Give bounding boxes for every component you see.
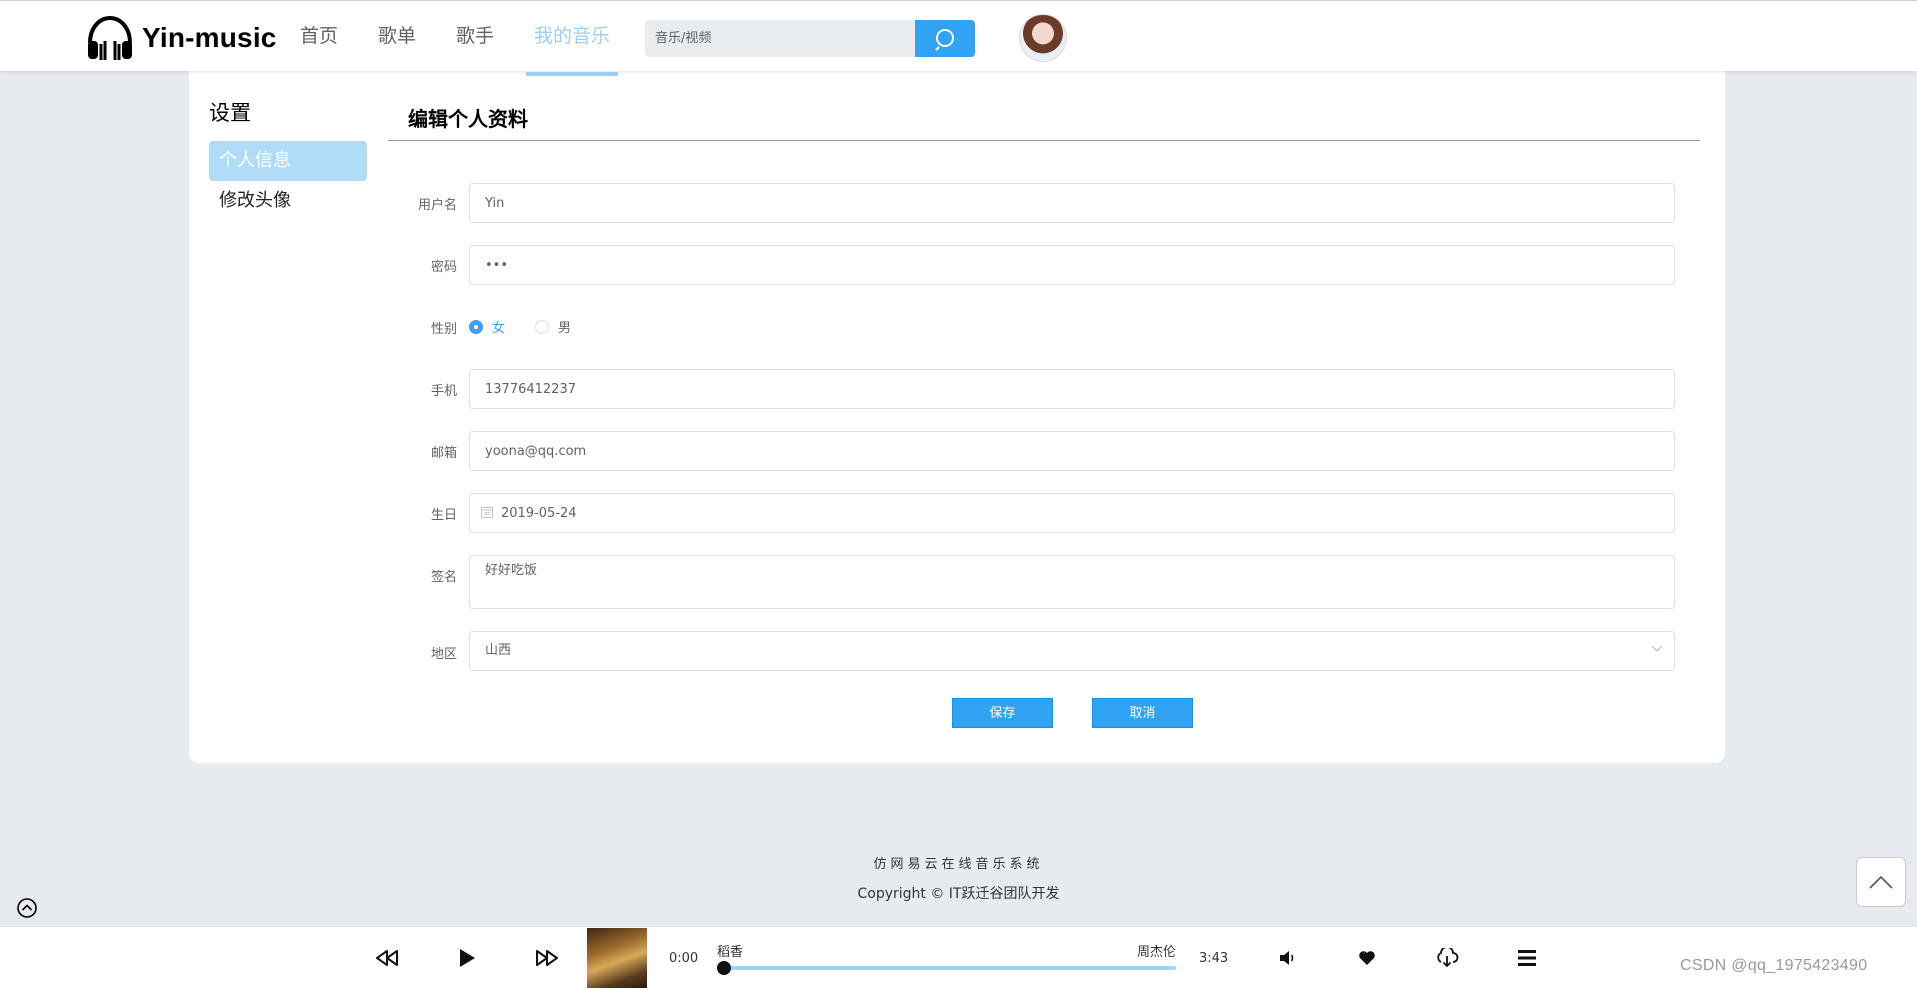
progress-bar[interactable] xyxy=(722,966,1176,970)
singer-name: 周杰伦 xyxy=(1136,945,1176,960)
region-label: 地区 xyxy=(430,647,457,662)
search-input[interactable] xyxy=(645,20,915,57)
gender-label: 性别 xyxy=(430,322,457,337)
region-select[interactable]: 山西 xyxy=(469,631,1675,671)
phone-label: 手机 xyxy=(430,384,457,399)
email-field[interactable] xyxy=(469,431,1675,471)
gender-male-radio[interactable]: 男 xyxy=(535,317,571,336)
watermark: CSDN @qq_1975423490 xyxy=(1680,957,1868,974)
next-track-icon[interactable] xyxy=(534,945,560,971)
username-field[interactable] xyxy=(469,183,1675,223)
song-title: 稻香 xyxy=(717,945,744,960)
signature-textarea[interactable]: 好好吃饭 xyxy=(469,555,1675,609)
back-to-top-button[interactable] xyxy=(1856,857,1906,907)
user-avatar[interactable] xyxy=(1019,14,1067,62)
sidebar-item-change-avatar[interactable]: 修改头像 xyxy=(209,181,367,221)
page-title: 编辑个人资料 xyxy=(408,107,528,131)
gender-male-label: 男 xyxy=(558,321,572,336)
chevron-up-icon xyxy=(1869,875,1893,889)
password-label: 密码 xyxy=(430,260,457,275)
sidebar-item-personal-info[interactable]: 个人信息 xyxy=(209,141,367,181)
email-label: 邮箱 xyxy=(430,446,457,461)
download-icon[interactable] xyxy=(1434,945,1460,971)
nav-item-singers[interactable]: 歌手 xyxy=(436,1,514,72)
gender-female-label: 女 xyxy=(492,321,506,336)
top-header: Yin-music 首页 歌单 歌手 我的音乐 xyxy=(0,0,1917,76)
signature-label: 签名 xyxy=(430,570,457,585)
username-label: 用户名 xyxy=(417,198,457,213)
search-icon xyxy=(935,28,954,51)
sidebar-title: 设置 xyxy=(209,101,251,125)
logo[interactable]: Yin-music xyxy=(84,13,277,63)
headphones-icon xyxy=(88,15,132,60)
birthday-label: 生日 xyxy=(430,508,457,523)
gender-radio-group: 女 男 xyxy=(469,317,601,336)
birthday-date-picker[interactable] xyxy=(469,493,1675,533)
title-divider xyxy=(388,140,1700,141)
nav-item-home[interactable]: 首页 xyxy=(280,1,358,72)
radio-checked-icon xyxy=(469,319,483,334)
progress-handle[interactable] xyxy=(717,961,731,975)
chevron-down-icon xyxy=(1651,645,1663,652)
playlist-menu-icon[interactable] xyxy=(1514,945,1540,971)
total-time: 3:43 xyxy=(1199,951,1229,966)
previous-track-icon[interactable] xyxy=(374,945,400,971)
search-bar xyxy=(645,20,975,57)
save-button[interactable]: 保存 xyxy=(952,698,1053,728)
volume-icon[interactable] xyxy=(1274,945,1300,971)
calendar-icon xyxy=(481,507,493,518)
nav-item-my-music[interactable]: 我的音乐 xyxy=(514,1,630,76)
collapse-player-icon[interactable] xyxy=(16,897,38,919)
music-player-bar: 0:00 稻香 周杰伦 3:43 xyxy=(0,926,1917,988)
nav-item-playlists[interactable]: 歌单 xyxy=(358,1,436,72)
radio-unchecked-icon xyxy=(535,319,550,334)
main-nav: 首页 歌单 歌手 我的音乐 xyxy=(280,1,630,76)
footer-copyright: Copyright © IT跃迁谷团队开发 xyxy=(857,886,1060,902)
footer-title: 仿网易云在线音乐系统 xyxy=(873,857,1044,872)
phone-field[interactable] xyxy=(469,369,1675,409)
heart-icon[interactable] xyxy=(1354,945,1380,971)
current-time: 0:00 xyxy=(669,951,699,966)
play-icon[interactable] xyxy=(454,945,480,971)
logo-text: Yin-music xyxy=(142,22,277,53)
gender-female-radio[interactable]: 女 xyxy=(469,317,505,336)
album-cover[interactable] xyxy=(587,928,647,988)
cancel-button[interactable]: 取消 xyxy=(1092,698,1193,728)
region-selected-value: 山西 xyxy=(485,643,512,658)
search-button[interactable] xyxy=(915,20,975,57)
password-field[interactable] xyxy=(469,245,1675,285)
